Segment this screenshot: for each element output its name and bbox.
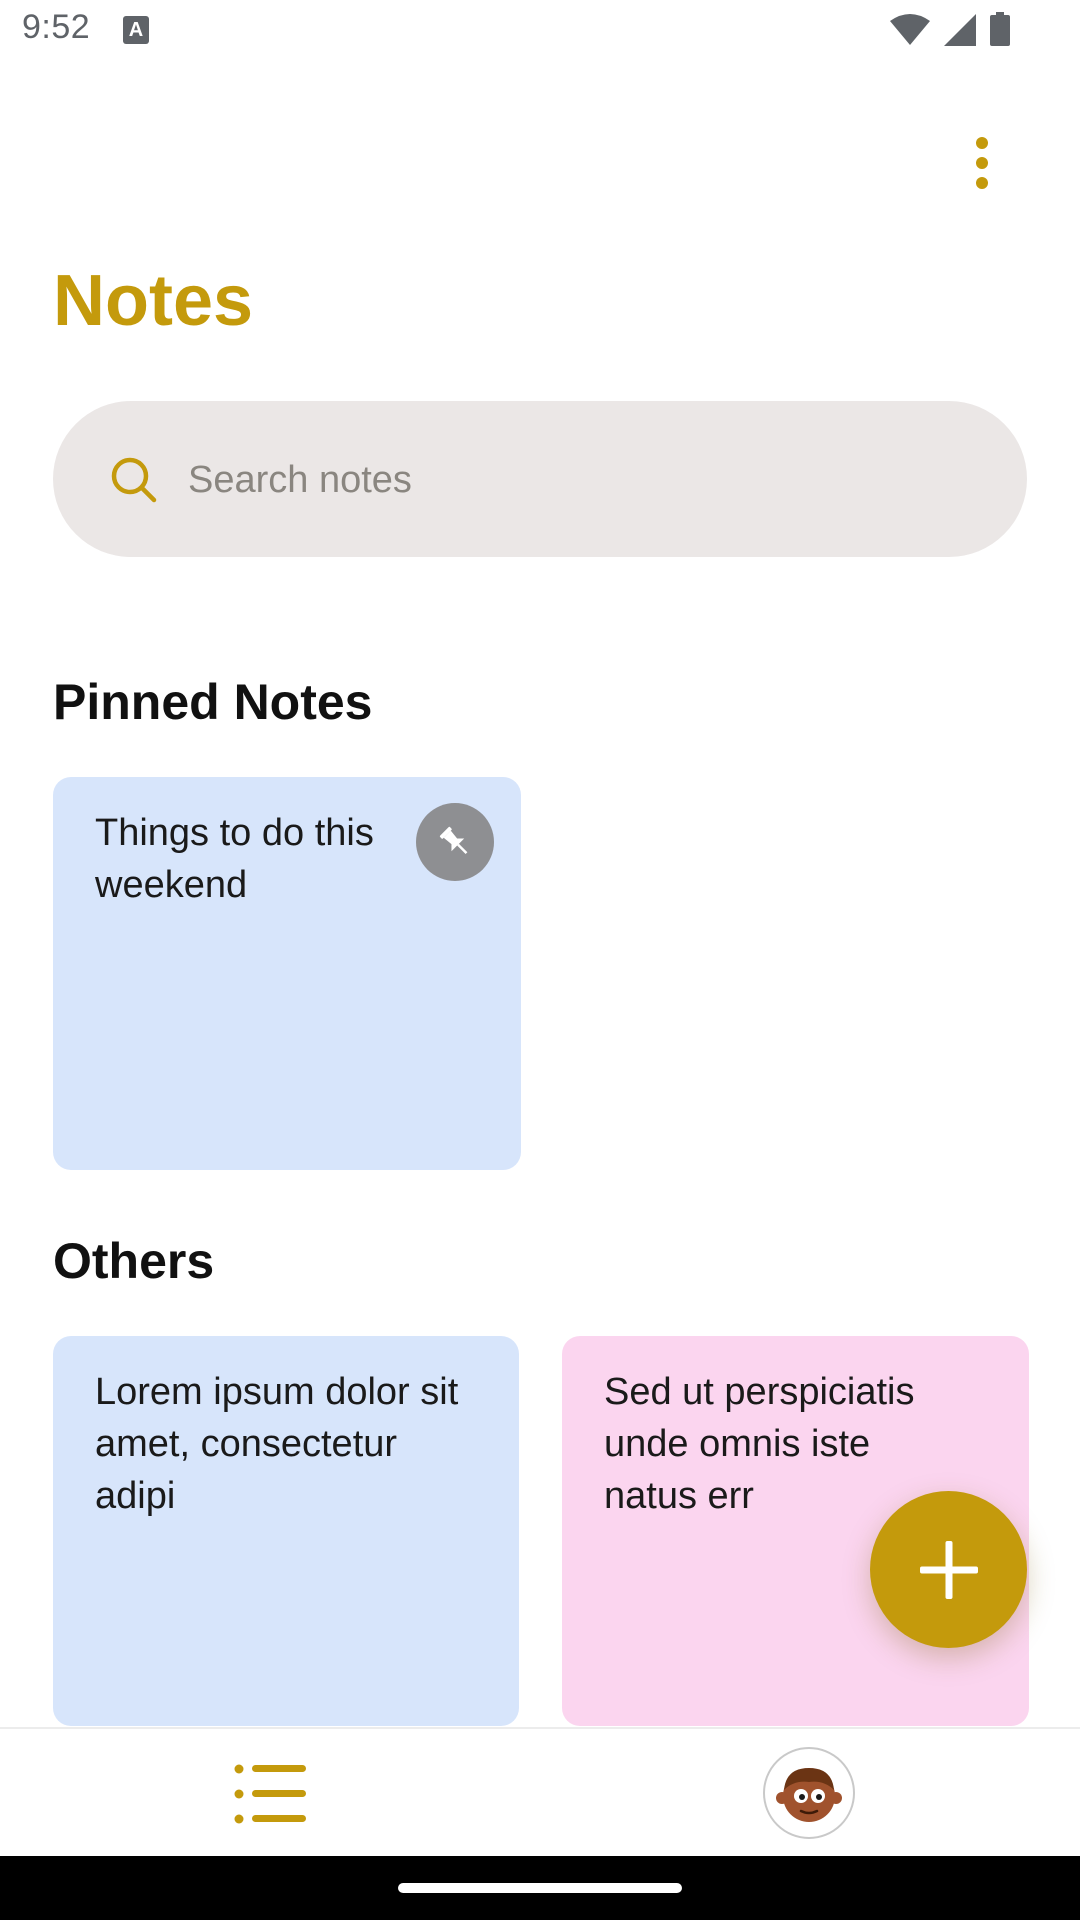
search-icon: [111, 457, 157, 503]
signal-icon: [944, 14, 976, 46]
status-icons: [890, 12, 1010, 46]
search-input[interactable]: [186, 449, 970, 511]
note-title: Sed ut perspiciatis unde omnis iste natu…: [604, 1371, 915, 1517]
note-title: Lorem ipsum dolor sit amet, consectetur …: [95, 1371, 459, 1517]
keyboard-indicator-icon: A: [123, 16, 149, 44]
pin-button[interactable]: [416, 803, 494, 881]
avatar[interactable]: [763, 1747, 855, 1839]
system-navigation-bar: [0, 1856, 1080, 1920]
more-vert-icon[interactable]: [958, 128, 1006, 198]
search-bar[interactable]: [53, 401, 1027, 557]
battery-icon: [990, 12, 1010, 46]
note-title: Things to do this weekend: [95, 812, 374, 906]
page-title: Notes: [53, 261, 254, 341]
others-heading: Others: [53, 1233, 215, 1289]
note-card-pinned[interactable]: Things to do this weekend: [53, 777, 521, 1170]
menu-dot: [976, 137, 988, 149]
plus-icon: [919, 1540, 978, 1599]
menu-dot: [976, 157, 988, 169]
add-note-button[interactable]: [870, 1491, 1027, 1648]
home-gesture-handle[interactable]: [398, 1883, 682, 1893]
menu-dot: [976, 177, 988, 189]
avatar-face-icon: [776, 1768, 842, 1822]
list-icon[interactable]: [234, 1763, 306, 1825]
bottom-nav: [0, 1727, 1080, 1858]
pin-icon: [439, 826, 468, 855]
pinned-notes-heading: Pinned Notes: [53, 674, 373, 730]
note-card[interactable]: Lorem ipsum dolor sit amet, consectetur …: [53, 1336, 519, 1726]
status-bar: 9:52 A: [0, 0, 1080, 64]
status-time: 9:52: [22, 8, 91, 46]
wifi-icon: [890, 14, 930, 45]
